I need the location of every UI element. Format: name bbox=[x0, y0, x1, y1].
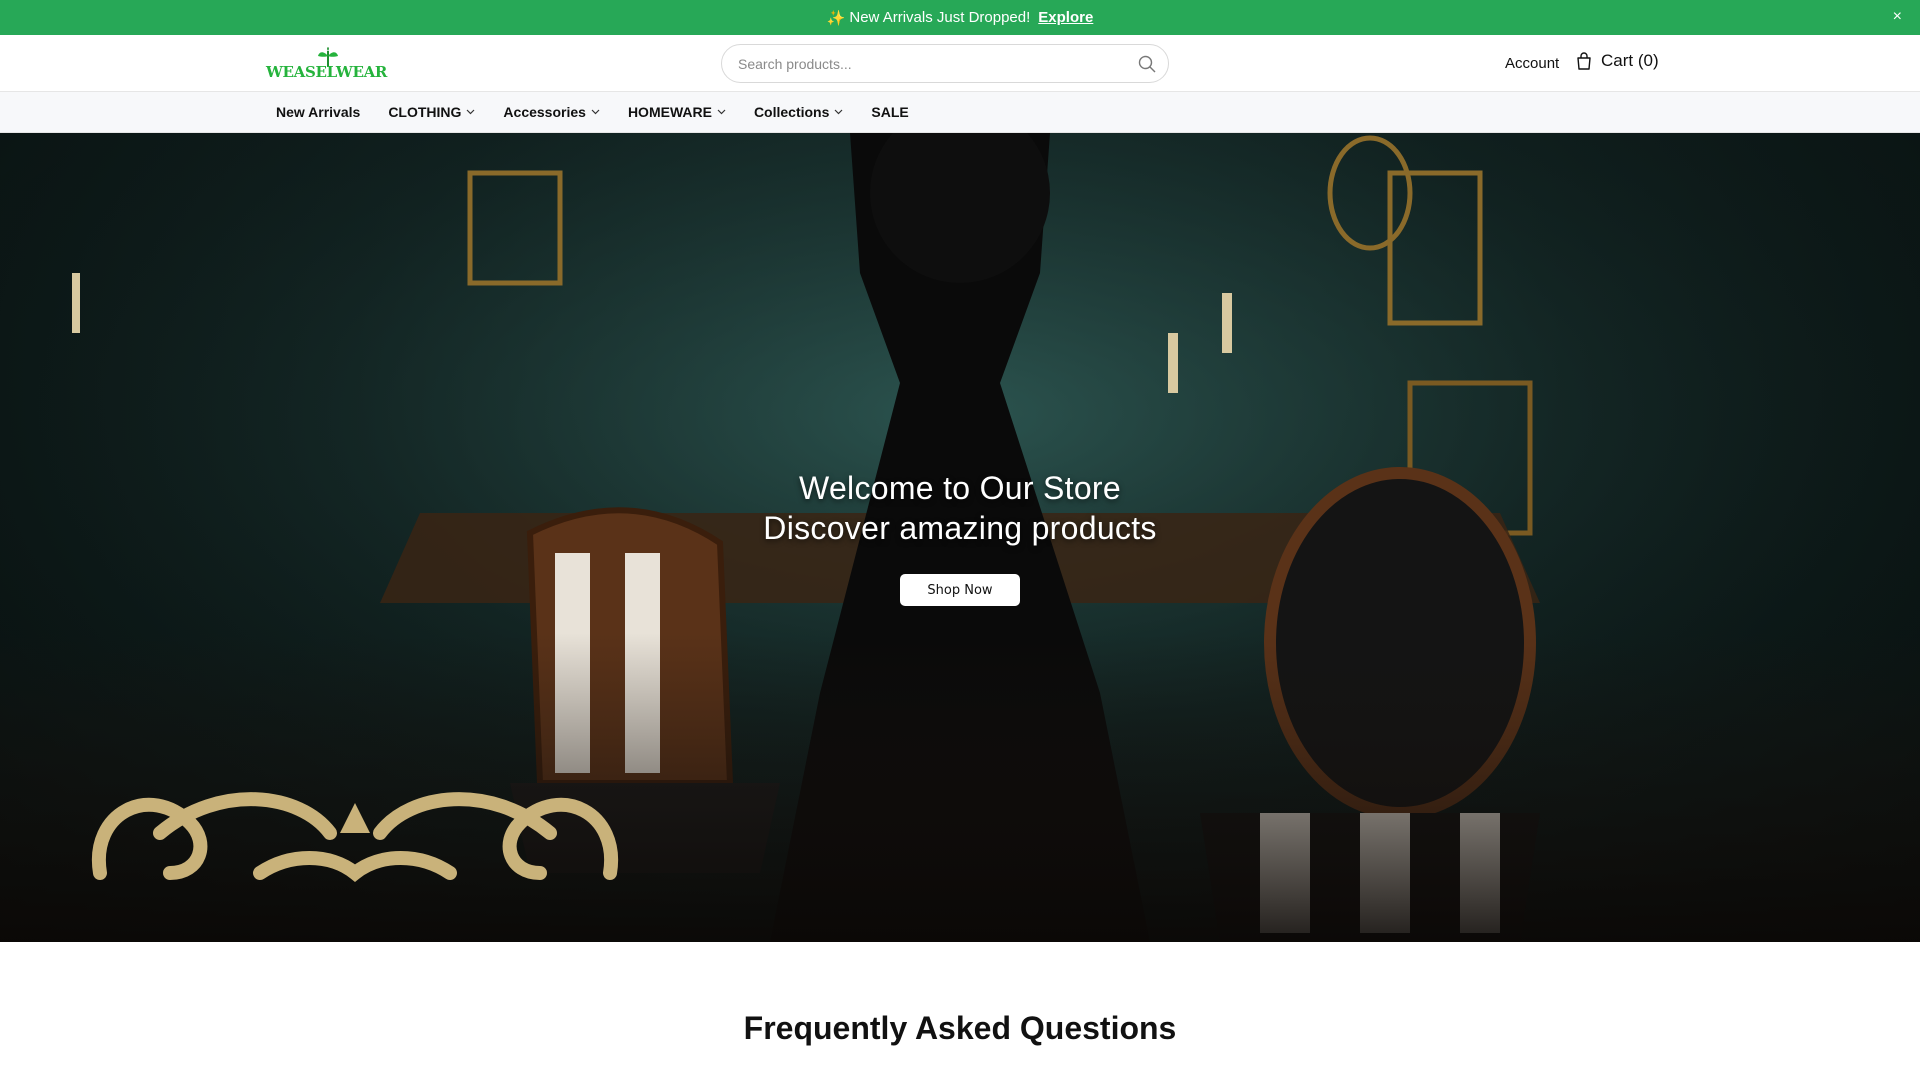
chevron-down-icon bbox=[466, 109, 475, 115]
hero-title: Welcome to Our Store bbox=[799, 470, 1121, 506]
chevron-down-icon bbox=[834, 109, 843, 115]
close-icon[interactable]: × bbox=[1893, 8, 1902, 26]
nav-item-label: Accessories bbox=[503, 104, 586, 120]
search-input[interactable] bbox=[738, 54, 1118, 74]
store-logo[interactable]: WEASELWEAR bbox=[266, 47, 387, 83]
nav-item-label: HOMEWARE bbox=[627, 104, 712, 120]
sparkles-icon: ✨ bbox=[826, 9, 846, 27]
chevron-down-icon bbox=[591, 109, 600, 115]
cart-button[interactable]: Cart (0) bbox=[1576, 51, 1659, 71]
site-header: WEASELWEAR Account Cart (0) bbox=[0, 35, 1920, 92]
nav-item-accessories[interactable]: Accessories bbox=[503, 104, 600, 120]
nav-item-label: New Arrivals bbox=[276, 104, 361, 120]
faq-heading: Frequently Asked Questions bbox=[743, 1010, 1177, 1046]
nav-item-homeware[interactable]: HOMEWARE bbox=[628, 104, 726, 120]
nav-item-label: Collections bbox=[753, 104, 830, 120]
search-icon[interactable] bbox=[1138, 55, 1156, 73]
announcement-bar: ✨ New Arrivals Just Dropped! Explore × bbox=[0, 0, 1920, 35]
shopping-bag-icon bbox=[1577, 52, 1591, 70]
nav-item-sale[interactable]: SALE bbox=[871, 104, 908, 120]
hero-subtitle: Discover amazing products bbox=[763, 510, 1157, 546]
search-bar[interactable] bbox=[721, 44, 1169, 83]
cart-label: Cart (0) bbox=[1601, 51, 1659, 70]
announcement-text: New Arrivals Just Dropped! bbox=[849, 9, 1031, 26]
nav-item-label: SALE bbox=[871, 104, 909, 120]
shop-now-button[interactable]: Shop Now bbox=[900, 574, 1020, 606]
hero-banner: Welcome to Our Store Discover amazing pr… bbox=[0, 133, 1920, 942]
chevron-down-icon bbox=[717, 109, 726, 115]
hero-text: Welcome to Our Store Discover amazing pr… bbox=[0, 468, 1920, 548]
nav-item-clothing[interactable]: CLOTHING bbox=[388, 104, 475, 120]
nav-item-label: CLOTHING bbox=[388, 104, 462, 120]
announcement-explore-link[interactable]: Explore bbox=[1038, 9, 1093, 26]
nav-item-collections[interactable]: Collections bbox=[754, 104, 843, 120]
main-nav: New Arrivals CLOTHING Accessories HOMEWA… bbox=[0, 92, 1920, 133]
nav-item-new-arrivals[interactable]: New Arrivals bbox=[276, 104, 360, 120]
logo-text: WEASELWEAR bbox=[266, 63, 388, 81]
account-link[interactable]: Account bbox=[1505, 55, 1559, 72]
